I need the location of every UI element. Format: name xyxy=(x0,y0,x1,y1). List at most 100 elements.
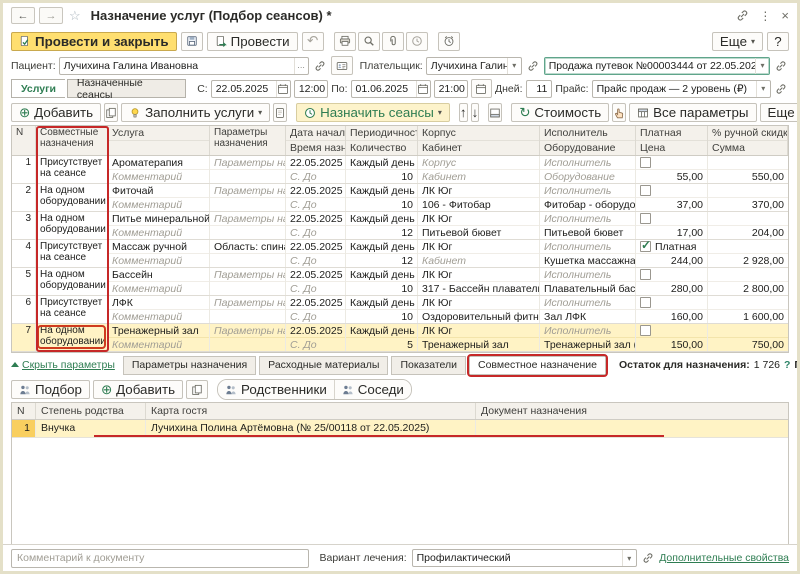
paid-checkbox[interactable] xyxy=(640,325,651,336)
days-field[interactable]: 11 xyxy=(526,80,553,98)
guest-card-cell[interactable]: Лучихина Полина Артёмовна (№ 25/00118 от… xyxy=(146,420,476,437)
ellipsis-icon[interactable]: … xyxy=(294,58,308,74)
manual-pick-button[interactable] xyxy=(612,103,626,122)
service-row[interactable]: 3 На одном оборудовании Питье минерально… xyxy=(12,212,788,240)
tab-consumables[interactable]: Расходные материалы xyxy=(259,356,388,375)
paid-cell[interactable]: 17,00 xyxy=(636,212,708,239)
service-cell[interactable]: Бассейн Комментарий xyxy=(108,268,210,295)
reminder-button[interactable] xyxy=(438,32,460,51)
paid-cell[interactable]: 37,00 xyxy=(636,184,708,211)
tab-services[interactable]: Услуги xyxy=(11,79,65,98)
attachments-button[interactable] xyxy=(382,32,404,51)
calendar-icon[interactable] xyxy=(276,81,290,97)
paid-cell[interactable]: 160,00 xyxy=(636,296,708,323)
undo-button[interactable]: ↶ xyxy=(302,32,324,51)
paid-checkbox[interactable] xyxy=(640,185,651,196)
recalc-cost-button[interactable]: ↻Стоимость xyxy=(511,103,609,122)
params-cell[interactable]: Параметры назначения xyxy=(210,296,286,323)
assignment-doc-cell[interactable] xyxy=(476,420,788,437)
korpus-cell[interactable]: Корпус Кабинет xyxy=(418,156,540,183)
paid-checkbox[interactable] xyxy=(640,269,651,280)
executor-cell[interactable]: Исполнитель Фитобар - оборудование xyxy=(540,184,636,211)
korpus-cell[interactable]: ЛК Юг Кабинет xyxy=(418,240,540,267)
tab-indicators[interactable]: Показатели xyxy=(391,356,466,375)
get-link-icon[interactable] xyxy=(736,9,749,22)
move-up-button[interactable]: ↑ xyxy=(459,103,468,122)
korpus-cell[interactable]: ЛК Юг Оздоровительный фитнес - ЛФК xyxy=(418,296,540,323)
from-time-field[interactable]: 12:00 xyxy=(294,80,328,98)
discount-cell[interactable]: 550,00 xyxy=(708,156,788,183)
add-joint-button[interactable]: ⊕Добавить xyxy=(93,380,183,399)
price-field[interactable]: Прайс продаж — 2 уровень (₽) ▾ xyxy=(592,80,771,98)
open-patient-link-icon[interactable] xyxy=(312,58,328,74)
neighbors-button[interactable]: Соседи xyxy=(334,380,411,399)
payer-field[interactable]: Лучихина Галина Ивановна ▾ xyxy=(426,57,522,75)
assign-sessions-button[interactable]: Назначить сеансы ▾ xyxy=(296,103,450,122)
discount-cell[interactable]: 1 600,00 xyxy=(708,296,788,323)
copy-joint-button[interactable] xyxy=(186,380,208,399)
paid-cell[interactable]: 150,00 xyxy=(636,324,708,351)
tab-assignment-parameters[interactable]: Параметры назначения xyxy=(123,356,256,375)
executor-cell[interactable]: Исполнитель Кушетка массажная xyxy=(540,240,636,267)
favorite-star-icon[interactable]: ☆ xyxy=(69,8,81,24)
paid-checkbox[interactable] xyxy=(640,213,651,224)
post-button[interactable]: Провести xyxy=(207,32,298,51)
executor-cell[interactable]: Исполнитель Зал ЛФК xyxy=(540,296,636,323)
from-date-field[interactable]: 22.05.2025 xyxy=(211,80,291,98)
chevron-down-icon[interactable]: ▾ xyxy=(507,58,521,74)
service-row[interactable]: 5 На одном оборудовании Бассейн Коммента… xyxy=(12,268,788,296)
blank-sheet-button[interactable] xyxy=(273,103,287,122)
discount-cell[interactable]: 370,00 xyxy=(708,184,788,211)
document-comment-input[interactable] xyxy=(11,549,309,568)
date-cell[interactable]: 22.05.2025 С. До xyxy=(286,184,346,211)
period-cell[interactable]: Каждый день 10 xyxy=(346,268,418,295)
params-cell[interactable]: Параметры назначения xyxy=(210,268,286,295)
params-cell[interactable]: Область: спина xyxy=(210,240,286,267)
params-cell[interactable]: Параметры назначения xyxy=(210,156,286,183)
joint-table-row[interactable]: 1 Внучка Лучихина Полина Артёмовна (№ 25… xyxy=(12,420,788,438)
service-cell[interactable]: Фиточай Комментарий xyxy=(108,184,210,211)
params-cell[interactable]: Параметры назначения xyxy=(210,324,286,351)
joint-cell[interactable]: Присутствует на сеансе xyxy=(36,240,108,267)
period-cell[interactable]: Каждый день 5 xyxy=(346,324,418,351)
additional-properties-link[interactable]: Дополнительные свойства xyxy=(659,552,789,564)
chevron-down-icon[interactable]: ▾ xyxy=(755,58,769,74)
to-time-field[interactable]: 21:00 xyxy=(434,80,468,98)
more-button-table[interactable]: Еще ▾ xyxy=(760,103,800,122)
date-cell[interactable]: 22.05.2025 С. До xyxy=(286,240,346,267)
discount-cell[interactable]: 2 800,00 xyxy=(708,268,788,295)
date-cell[interactable]: 22.05.2025 С. До xyxy=(286,268,346,295)
service-row[interactable]: 4 Присутствует на сеансе Массаж ручной К… xyxy=(12,240,788,268)
chevron-down-icon[interactable]: ▾ xyxy=(622,550,636,566)
treatment-variant-field[interactable]: Профилактический ▾ xyxy=(412,549,637,567)
period-cell[interactable]: Каждый день 10 xyxy=(346,156,418,183)
executor-cell[interactable]: Исполнитель Плавательный бассейн xyxy=(540,268,636,295)
hide-parameters-link[interactable]: Скрыть параметры xyxy=(11,359,115,371)
paid-cell[interactable]: 280,00 xyxy=(636,268,708,295)
open-payer-link-icon[interactable] xyxy=(525,58,541,74)
params-cell[interactable]: Параметры назначения xyxy=(210,184,286,211)
korpus-cell[interactable]: ЛК Юг 106 - Фитобар xyxy=(418,184,540,211)
relation-cell[interactable]: Внучка xyxy=(36,420,146,437)
joint-cell[interactable]: На одном оборудовании xyxy=(36,268,108,295)
move-down-button[interactable]: ↓ xyxy=(471,103,480,122)
post-and-close-button[interactable]: Провести и закрыть xyxy=(11,32,177,51)
date-cell[interactable]: 22.05.2025 С. До xyxy=(286,296,346,323)
help-button[interactable]: ? xyxy=(767,32,789,51)
paid-cell[interactable]: Платная 244,00 xyxy=(636,240,708,267)
joint-cell[interactable]: Присутствует на сеансе xyxy=(36,296,108,323)
relatives-button[interactable]: Родственники xyxy=(218,380,334,399)
copy-row-button[interactable] xyxy=(104,103,118,122)
add-row-button[interactable]: ⊕Добавить xyxy=(11,103,101,122)
chevron-down-icon[interactable]: ▾ xyxy=(756,81,770,97)
close-icon[interactable]: × xyxy=(781,8,789,23)
period-cell[interactable]: Каждый день 12 xyxy=(346,212,418,239)
params-cell[interactable]: Параметры назначения xyxy=(210,212,286,239)
service-cell[interactable]: Питье минеральной воды Комментарий xyxy=(108,212,210,239)
korpus-cell[interactable]: ЛК Юг Питьевой бювет xyxy=(418,212,540,239)
executor-cell[interactable]: Исполнитель Оборудование xyxy=(540,156,636,183)
korpus-cell[interactable]: ЛК Юг Тренажерный зал xyxy=(418,324,540,351)
service-row[interactable]: 2 На одном оборудовании Фиточай Коммента… xyxy=(12,184,788,212)
date-cell[interactable]: 22.05.2025 С. До xyxy=(286,212,346,239)
joint-cell[interactable]: На одном оборудовании xyxy=(36,212,108,239)
